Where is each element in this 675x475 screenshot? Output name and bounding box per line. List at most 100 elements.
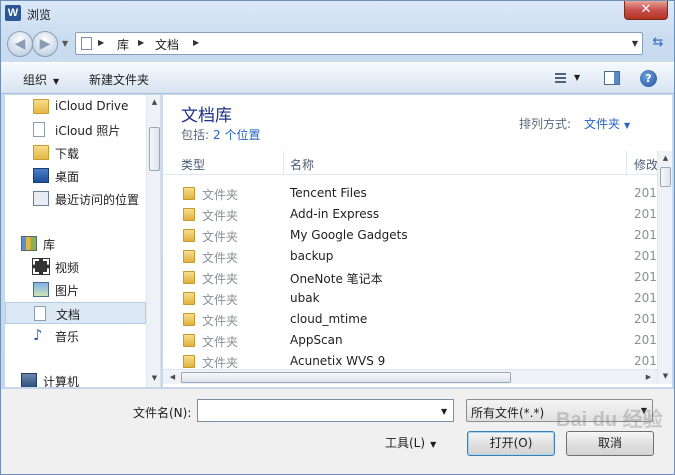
column-divider[interactable] bbox=[626, 151, 627, 175]
video-icon bbox=[32, 258, 50, 275]
filename-input[interactable] bbox=[197, 399, 454, 422]
file-name: cloud_mtime bbox=[290, 312, 368, 326]
open-button[interactable]: 打开(O) bbox=[467, 431, 555, 456]
file-name: My Google Gadgets bbox=[290, 228, 408, 242]
sidebar-item-videos[interactable]: 视频 bbox=[5, 256, 146, 278]
baidu-watermark: Bai du 经验 bbox=[556, 409, 663, 431]
sidebar-item-music[interactable]: ♪ 音乐 bbox=[5, 325, 146, 347]
close-button[interactable]: ✕ bbox=[624, 1, 668, 20]
organize-label: 组织 bbox=[23, 73, 48, 87]
filename-dropdown-icon[interactable]: ▼ bbox=[441, 407, 447, 416]
sidebar-scroll-thumb[interactable] bbox=[149, 127, 160, 171]
file-name: AppScan bbox=[290, 333, 343, 347]
column-header-type[interactable]: 类型 bbox=[181, 156, 205, 173]
file-type: 文件夹 bbox=[202, 188, 239, 202]
arrange-by-dropdown[interactable]: 文件夹 ▼ bbox=[584, 115, 630, 132]
sidebar-item-label: 下载 bbox=[55, 147, 80, 161]
organize-menu[interactable]: 组织 ▼ bbox=[23, 71, 59, 88]
scroll-down-icon[interactable]: ▼ bbox=[147, 371, 160, 386]
view-options-icon[interactable] bbox=[550, 71, 566, 85]
sidebar-item-label: 库 bbox=[43, 238, 56, 252]
chevron-right-icon[interactable]: ▶ bbox=[193, 38, 199, 47]
table-row[interactable]: 文件夹 Add-in Express 201 bbox=[163, 204, 657, 225]
scroll-left-icon[interactable]: ◀ bbox=[165, 370, 180, 385]
new-folder-button[interactable]: 新建文件夹 bbox=[89, 71, 149, 88]
folder-icon bbox=[183, 334, 195, 347]
sidebar-item-documents[interactable]: 文档 bbox=[5, 302, 146, 324]
sidebar-item-icloud-drive[interactable]: iCloud Drive bbox=[5, 96, 146, 118]
forward-button[interactable]: ▶ bbox=[32, 31, 58, 57]
file-list-horizontal-thumb[interactable] bbox=[181, 372, 511, 383]
breadcrumb-library[interactable]: 库 bbox=[117, 36, 129, 53]
file-date: 201 bbox=[634, 207, 657, 221]
command-toolbar: 组织 ▼ 新建文件夹 ▼ ? bbox=[1, 62, 674, 94]
file-name: ubak bbox=[290, 291, 320, 305]
folder-icon bbox=[183, 229, 195, 242]
table-row[interactable]: 文件夹 backup 201 bbox=[163, 246, 657, 267]
sidebar-item-icloud-photos[interactable]: iCloud 照片 bbox=[5, 119, 146, 141]
tools-menu[interactable]: 工具(L) ▼ bbox=[385, 434, 436, 451]
recent-pages-dropdown-icon[interactable]: ▼ bbox=[62, 39, 68, 48]
file-type: 文件夹 bbox=[202, 314, 239, 328]
recent-places-icon bbox=[33, 191, 49, 206]
computer-icon bbox=[21, 373, 37, 387]
refresh-icon[interactable]: ⇆ bbox=[647, 33, 669, 54]
preview-pane-icon[interactable] bbox=[604, 71, 620, 85]
file-name: backup bbox=[290, 249, 334, 263]
sidebar-item-pictures[interactable]: 图片 bbox=[5, 279, 146, 301]
address-dropdown-icon[interactable]: ▼ bbox=[632, 39, 638, 48]
back-button[interactable]: ◀ bbox=[7, 31, 33, 57]
navigation-bar: ◀ ▶ ▼ ▶ 库 ▶ 文档 ▶ ▼ ⇆ bbox=[1, 28, 674, 60]
column-divider[interactable] bbox=[283, 151, 284, 175]
sidebar-item-recent-places[interactable]: 最近访问的位置 bbox=[5, 188, 146, 210]
sidebar-item-label: 计算机 bbox=[43, 375, 80, 387]
scroll-right-icon[interactable]: ▶ bbox=[641, 370, 656, 385]
breadcrumb-documents[interactable]: 文档 bbox=[155, 36, 179, 53]
folder-icon bbox=[33, 99, 49, 114]
table-row[interactable]: 文件夹 OneNote 笔记本 201 bbox=[163, 267, 657, 288]
file-list-vertical-scrollbar[interactable]: ▲ ▼ bbox=[657, 151, 672, 384]
sidebar-item-label: 文档 bbox=[56, 308, 81, 322]
address-bar[interactable]: ▶ 库 ▶ 文档 ▶ ▼ bbox=[75, 32, 643, 55]
folder-icon bbox=[183, 292, 195, 305]
file-date: 201 bbox=[634, 249, 657, 263]
file-name: Add-in Express bbox=[290, 207, 380, 221]
file-date: 201 bbox=[634, 312, 657, 326]
file-date: 201 bbox=[634, 270, 657, 284]
sidebar-item-label: 音乐 bbox=[55, 330, 80, 344]
file-name: Acunetix WVS 9 bbox=[290, 354, 386, 368]
folder-icon bbox=[183, 250, 195, 263]
file-list-vertical-thumb[interactable] bbox=[660, 167, 671, 187]
table-row[interactable]: 文件夹 cloud_mtime 201 bbox=[163, 309, 657, 330]
sidebar-item-desktop[interactable]: 桌面 bbox=[5, 165, 146, 187]
table-row[interactable]: 文件夹 Tencent Files 201 bbox=[163, 183, 657, 204]
sidebar-item-computer[interactable]: 计算机 bbox=[5, 370, 146, 387]
file-date: 201 bbox=[634, 186, 657, 200]
sidebar-item-downloads[interactable]: 下载 bbox=[5, 142, 146, 164]
table-row[interactable]: 文件夹 ubak 201 bbox=[163, 288, 657, 309]
caret-down-icon: ▼ bbox=[430, 440, 437, 449]
chevron-right-icon[interactable]: ▶ bbox=[138, 38, 144, 47]
table-row[interactable]: 文件夹 My Google Gadgets 201 bbox=[163, 225, 657, 246]
scroll-down-icon[interactable]: ▼ bbox=[658, 369, 672, 384]
sidebar-item-libraries[interactable]: 库 bbox=[5, 233, 146, 255]
locations-link[interactable]: 2 个位置 bbox=[213, 128, 260, 142]
help-icon[interactable]: ? bbox=[640, 70, 657, 87]
table-row[interactable]: 文件夹 AppScan 201 bbox=[163, 330, 657, 351]
view-dropdown-icon[interactable]: ▼ bbox=[574, 73, 580, 82]
file-type: 文件夹 bbox=[202, 335, 239, 349]
sidebar-scrollbar[interactable]: ▲ ▼ bbox=[146, 95, 160, 387]
chevron-right-icon[interactable]: ▶ bbox=[98, 38, 104, 47]
scroll-up-icon[interactable]: ▲ bbox=[147, 95, 160, 110]
picture-icon bbox=[33, 282, 49, 297]
scroll-up-icon[interactable]: ▲ bbox=[658, 151, 672, 166]
tools-label: 工具(L) bbox=[385, 436, 426, 450]
column-header-name[interactable]: 名称 bbox=[290, 156, 314, 173]
document-icon bbox=[34, 306, 46, 321]
sidebar-item-label: 桌面 bbox=[55, 170, 80, 184]
cancel-button[interactable]: 取消 bbox=[566, 431, 654, 456]
library-title: 文档库 bbox=[181, 106, 232, 126]
library-includes: 包括: 2 个位置 bbox=[181, 126, 261, 143]
column-header-modified[interactable]: 修改 bbox=[634, 156, 658, 173]
file-list-horizontal-scrollbar[interactable]: ◀ ▶ bbox=[163, 369, 657, 384]
